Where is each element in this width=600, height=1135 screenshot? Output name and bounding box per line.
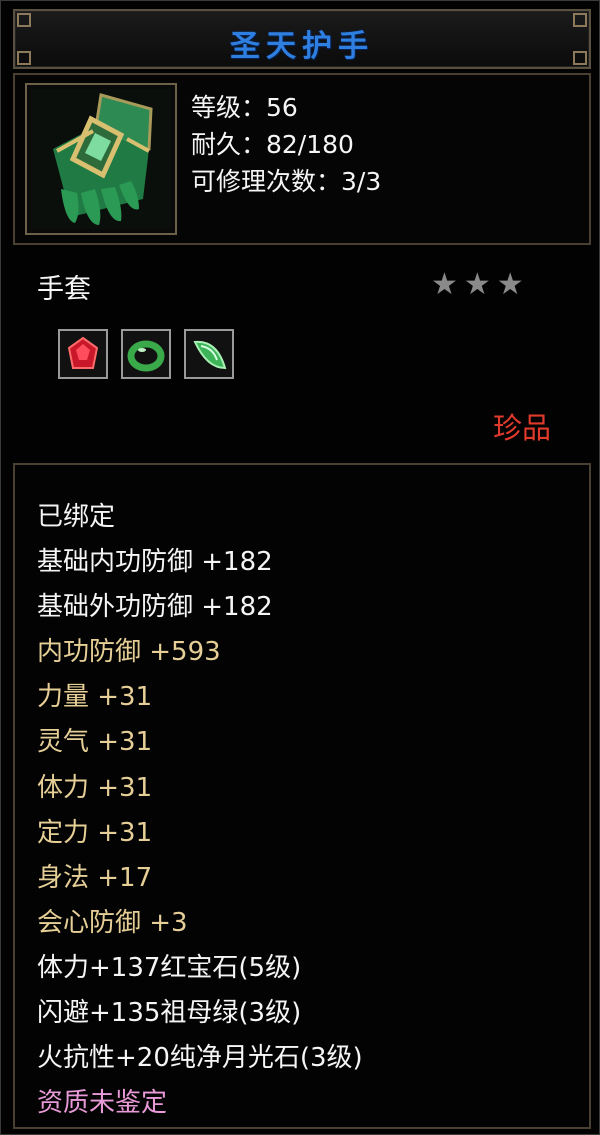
attribute-line: 灵气 +31 xyxy=(37,727,153,758)
item-info-panel: 等级：56 耐久：82/180 可修理次数：3/3 xyxy=(13,73,591,245)
attribute-line: 内功防御 +593 xyxy=(37,637,221,668)
item-stats: 等级：56 耐久：82/180 可修理次数：3/3 xyxy=(191,89,381,200)
attribute-line: 基础外功防御 +182 xyxy=(37,592,273,623)
repair-count-text: 可修理次数：3/3 xyxy=(191,167,382,196)
level-text: 等级：56 xyxy=(191,93,298,122)
gem-slot-3[interactable] xyxy=(184,329,234,379)
attribute-line: 力量 +31 xyxy=(37,682,153,713)
attribute-line: 闪避+135祖母绿(3级) xyxy=(37,998,302,1029)
attribute-line: 已绑定 xyxy=(37,502,116,532)
title-bar: 圣天护手 xyxy=(13,9,591,69)
attribute-list: 已绑定 基础内功防御 +182 基础外功防御 +182 内功防御 +593 力量… xyxy=(37,495,363,1126)
item-name: 圣天护手 xyxy=(230,29,374,64)
star-rating: ★★★ xyxy=(431,267,530,302)
emerald-ring-gem-icon xyxy=(127,340,165,372)
moonstone-gem-icon xyxy=(193,340,227,370)
ruby-gem-icon xyxy=(67,336,99,369)
gem-slot-2[interactable] xyxy=(121,329,171,379)
attributes-panel: 已绑定 基础内功防御 +182 基础外功防御 +182 内功防御 +593 力量… xyxy=(13,463,591,1129)
attribute-line: 会心防御 +3 xyxy=(37,907,188,938)
attribute-line: 火抗性+20纯净月光石(3级) xyxy=(37,1043,363,1074)
attribute-line: 基础内功防御 +182 xyxy=(37,547,273,578)
gem-slot-1[interactable] xyxy=(58,329,108,379)
attribute-line: 身法 +17 xyxy=(37,862,153,893)
attribute-line: 体力 +31 xyxy=(37,772,153,803)
attribute-line: 体力+137红宝石(5级) xyxy=(37,952,302,983)
attribute-line: 资质未鉴定 xyxy=(37,1088,168,1119)
item-icon-frame xyxy=(25,83,177,235)
attribute-line: 定力 +31 xyxy=(37,817,153,848)
jade-gauntlet-icon xyxy=(31,89,171,229)
item-tooltip: 圣天护手 等级：56 耐久：82/180 可修理次数：3/3 手套 ★★★ 珍品… xyxy=(0,0,600,1135)
item-type: 手套 xyxy=(37,274,91,305)
quality-label: 珍品 xyxy=(493,411,552,445)
durability-text: 耐久：82/180 xyxy=(191,130,354,159)
